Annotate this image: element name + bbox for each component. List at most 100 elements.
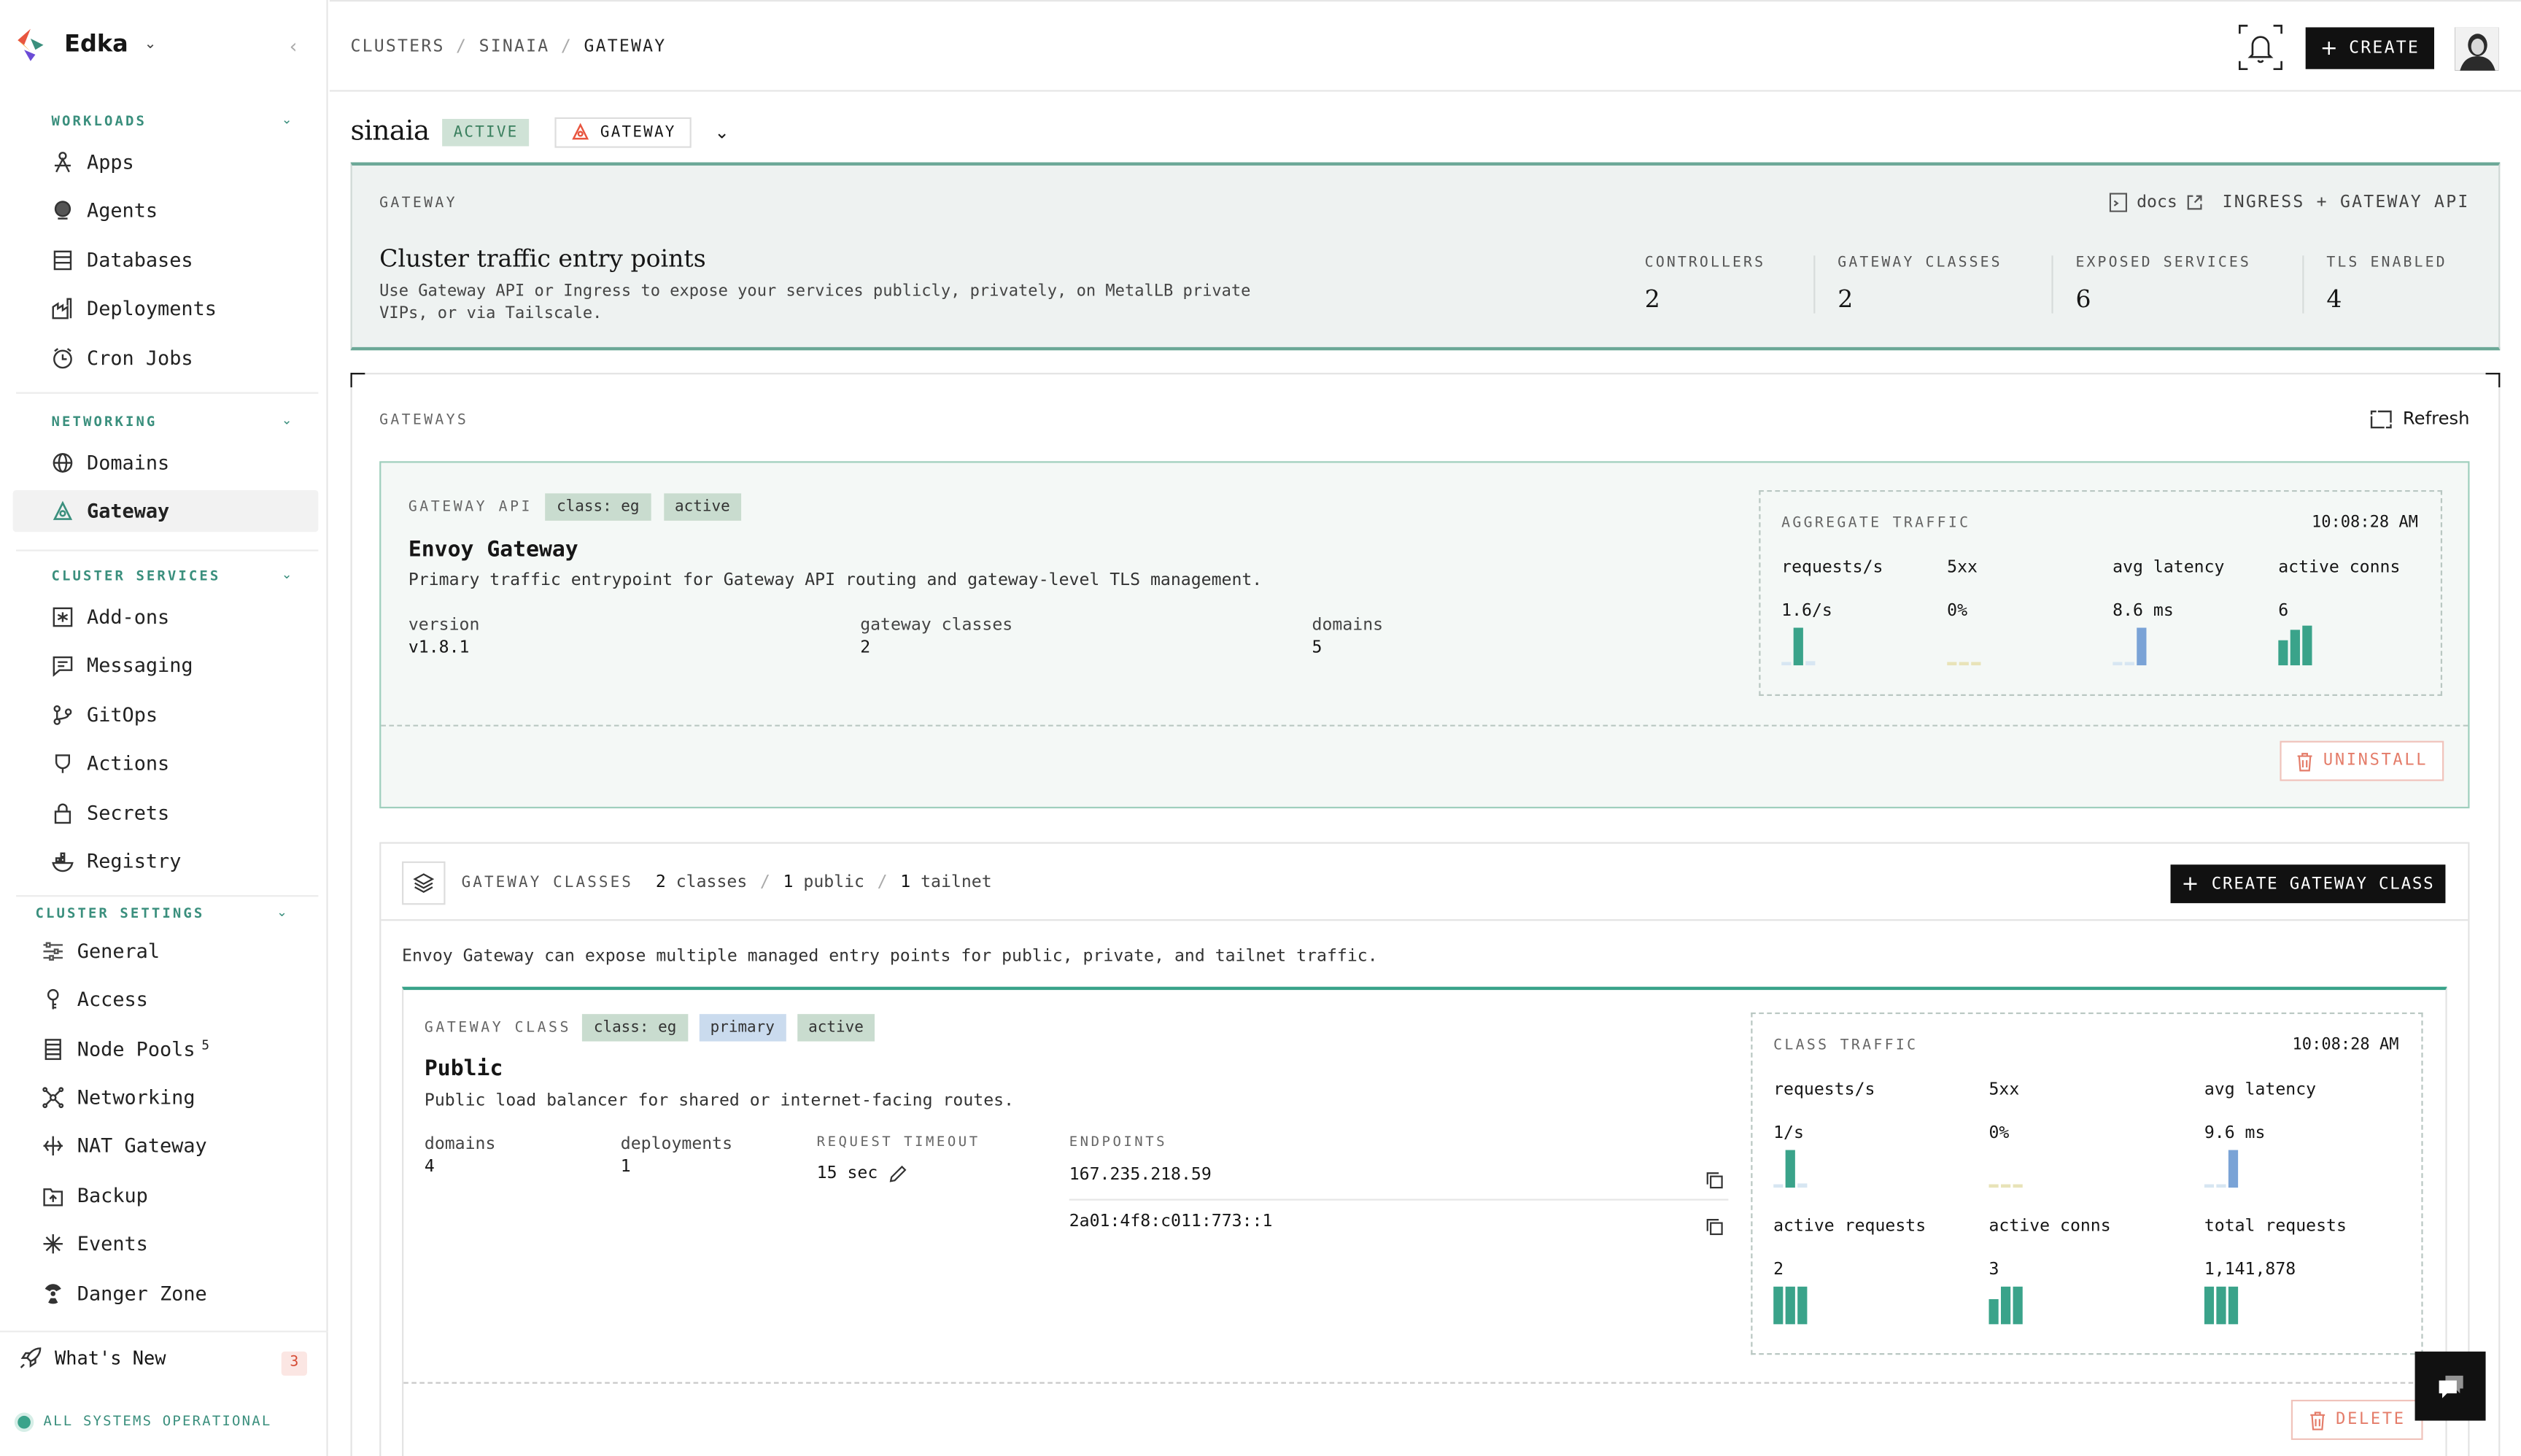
sidebar-item-danger-zone[interactable]: Danger Zone [13, 1273, 319, 1314]
prop-value: 2 [860, 638, 871, 658]
sidebar-item-events[interactable]: Events [13, 1223, 319, 1265]
metric-sparkline [2204, 1150, 2239, 1188]
sliders-icon [43, 942, 63, 961]
breadcrumb-sinaia[interactable]: SINAIA [479, 37, 550, 56]
metric-bar [2302, 625, 2312, 666]
sidebar-item-actions[interactable]: Actions [13, 743, 319, 784]
avatar[interactable] [2455, 27, 2499, 71]
registry-icon [52, 852, 74, 872]
metric-bar [2216, 1184, 2226, 1188]
uninstall-label: UNINSTALL [2323, 752, 2428, 770]
sidebar-item-registry[interactable]: Registry [13, 840, 319, 882]
status-chip: active [663, 493, 742, 521]
sidebar-item-apps[interactable]: Apps [13, 142, 319, 183]
endpoint-ipv4[interactable]: 167.235.218.59 [1069, 1165, 1212, 1184]
trash-icon [2297, 752, 2312, 771]
chat-widget-button[interactable] [2414, 1351, 2486, 1421]
metric-sparkline [1988, 1286, 2023, 1325]
sidebar-item-label: Agents [87, 199, 158, 222]
sidebar-item-label: Networking [77, 1086, 195, 1110]
edit-pencil-icon[interactable] [889, 1164, 907, 1182]
sidebar-item-general[interactable]: General [13, 931, 319, 972]
collapse-sidebar-icon[interactable]: ‹ [290, 35, 298, 58]
sidebar-item-messaging[interactable]: Messaging [13, 644, 319, 686]
sidebar-item-add-ons[interactable]: Add-ons [13, 596, 319, 638]
sidebar-item-label: Messaging [87, 654, 193, 677]
sidebar-item-label: Events [77, 1232, 148, 1255]
nat-icon [43, 1136, 63, 1156]
chevron-down-icon[interactable]: ⌄ [282, 568, 293, 582]
sidebar-item-label: Secrets [87, 802, 170, 825]
sidebar-item-cron-jobs[interactable]: Cron Jobs [13, 338, 319, 379]
hero-description: Use Gateway API or Ingress to expose you… [379, 282, 1251, 322]
chevron-down-icon[interactable]: ⌄ [282, 413, 293, 427]
sidebar-item-networking[interactable]: Networking [13, 1077, 319, 1118]
sidebar-item-label: Cron Jobs [87, 346, 193, 370]
stat-exposed-services: EXPOSED SERVICES 6 [2051, 255, 2251, 314]
sidebar-item-domains[interactable]: Domains [13, 442, 319, 484]
sidebar-item-gateway[interactable]: Gateway [12, 489, 319, 533]
stat-gateway-classes: GATEWAY CLASSES 2 [1813, 255, 2002, 314]
actions-icon [55, 754, 70, 773]
docs-link[interactable]: docs [2137, 193, 2177, 212]
metric-value: 8.6 ms [2113, 600, 2174, 621]
metric-bar [1793, 627, 1803, 666]
metric-value: 1.6/s [1781, 600, 1832, 621]
sidebar-item-backup[interactable]: Backup [13, 1174, 319, 1216]
stat-label: TLS ENABLED [2326, 255, 2447, 272]
metric-value: 1/s [1773, 1123, 1804, 1143]
terminal-icon [2109, 193, 2127, 212]
system-status[interactable]: ALL SYSTEMS OPERATIONAL [18, 1414, 271, 1430]
metric-bar [1971, 662, 1981, 666]
endpoint-ipv6[interactable]: 2a01:4f8:c011:773::1 [1069, 1212, 1273, 1231]
refresh-button[interactable]: Refresh [2371, 408, 2469, 429]
uninstall-button[interactable]: UNINSTALL [2280, 740, 2444, 781]
chevron-down-icon[interactable]: ⌄ [282, 112, 293, 127]
section-cluster-settings[interactable]: CLUSTER SETTINGS [35, 907, 204, 923]
section-cluster-services[interactable]: CLUSTER SERVICES [52, 569, 221, 585]
external-link-icon[interactable] [2187, 195, 2203, 211]
breadcrumb-gateway: GATEWAY [584, 36, 667, 57]
section-networking[interactable]: NETWORKING [52, 414, 158, 430]
notifications-bell-icon[interactable] [2238, 24, 2283, 71]
section-workloads[interactable]: WORKLOADS [52, 114, 147, 130]
docs-link-group: docs INGRESS + GATEWAY API [2109, 193, 2470, 212]
sidebar-item-label: Apps [87, 151, 134, 174]
create-button[interactable]: + CREATE [2305, 27, 2435, 69]
metric-bar [2013, 1184, 2023, 1188]
sidebar-item-access[interactable]: Access [13, 979, 319, 1021]
controller-card-envoy: GATEWAY API class: eg active Envoy Gatew… [379, 461, 2470, 809]
gateway-classes-label: GATEWAY CLASSES [461, 873, 633, 891]
create-gateway-class-button[interactable]: + CREATE GATEWAY CLASS [2170, 864, 2446, 904]
rocket-icon [20, 1347, 42, 1368]
gateway-overview-panel: GATEWAY docs INGRESS + GATEWAY API Clust… [350, 162, 2501, 351]
sidebar-item-node-pools[interactable]: Node Pools 5 [13, 1029, 319, 1070]
prop-key: gateway classes [860, 615, 1013, 635]
sidebar-item-databases[interactable]: Databases [13, 239, 319, 281]
whats-new-link[interactable]: What's New [19, 1347, 166, 1369]
node-pools-count: 5 [201, 1037, 209, 1052]
copy-icon[interactable] [1706, 1218, 1724, 1236]
metric-sparkline [2204, 1286, 2239, 1325]
copy-icon[interactable] [1706, 1172, 1724, 1189]
sidebar-item-nat-gateway[interactable]: NAT Gateway [13, 1125, 319, 1166]
metric-sparkline [1781, 627, 1816, 666]
divider [1069, 1199, 1729, 1201]
whats-new-label: What's New [54, 1347, 166, 1370]
sidebar-item-deployments[interactable]: Deployments [13, 287, 319, 329]
sidebar-item-agents[interactable]: Agents [13, 190, 319, 231]
sidebar-item-gitops[interactable]: GitOps [13, 694, 319, 736]
events-icon [43, 1234, 63, 1254]
chevron-down-icon[interactable]: ⌄ [276, 905, 287, 919]
divider [0, 1331, 328, 1333]
breadcrumb-clusters[interactable]: CLUSTERS [350, 37, 444, 56]
prop-key: deployments [620, 1134, 733, 1154]
delete-label: DELETE [2336, 1411, 2406, 1429]
metric-label: avg latency [2113, 557, 2225, 577]
chevron-down-icon[interactable]: ⌄ [715, 121, 729, 142]
section-select[interactable]: GATEWAY [555, 116, 692, 147]
sidebar-item-secrets[interactable]: Secrets [13, 792, 319, 834]
metric-bar [2113, 662, 2123, 666]
delete-button[interactable]: DELETE [2290, 1399, 2423, 1440]
org-switcher[interactable]: Edka ⌄ [13, 27, 157, 62]
